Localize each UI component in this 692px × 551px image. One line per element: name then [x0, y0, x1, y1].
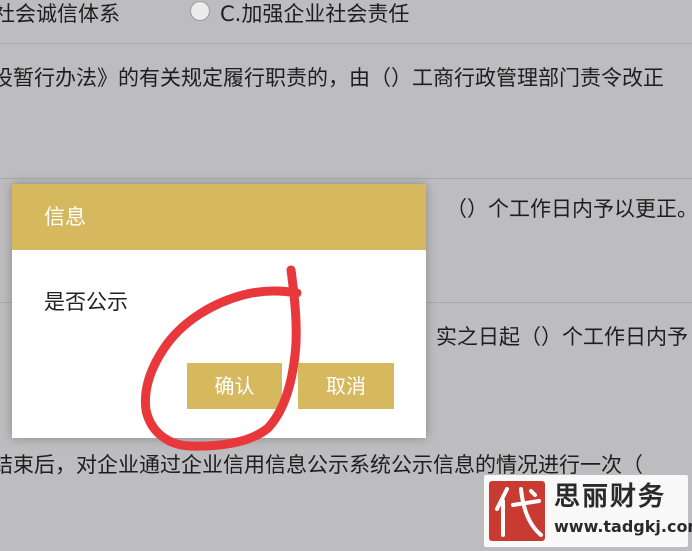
divider [0, 178, 692, 179]
option-c-radio[interactable] [190, 1, 210, 21]
watermark-logo: 思丽财务 www.tadgkj.com [484, 475, 692, 547]
question-text: 实之日起（）个工作日内予 [436, 325, 688, 349]
question-text: （）个工作日内予以更正。 [446, 197, 692, 221]
info-dialog: 信息 是否公示 确认 取消 [12, 184, 426, 438]
cancel-button[interactable]: 取消 [298, 363, 394, 409]
divider [0, 43, 692, 44]
screen: 社会诚信体系 C.加强企业社会责任 设暂行办法》的有关规定履行职责的，由（）工商… [0, 0, 692, 551]
dialog-header: 信息 [12, 184, 426, 250]
watermark-brand: 思丽财务 [554, 482, 667, 512]
question-option-text: 社会诚信体系 [0, 2, 120, 26]
confirm-button[interactable]: 确认 [187, 363, 282, 409]
dialog-title: 信息 [44, 205, 86, 229]
option-c-label: C.加强企业社会责任 [220, 2, 410, 26]
seal-icon [489, 481, 545, 541]
watermark-url: www.tadgkj.com [554, 517, 692, 536]
dialog-message: 是否公示 [44, 290, 128, 314]
question-text: 设暂行办法》的有关规定履行职责的，由（）工商行政管理部门责令改正 [0, 66, 664, 90]
